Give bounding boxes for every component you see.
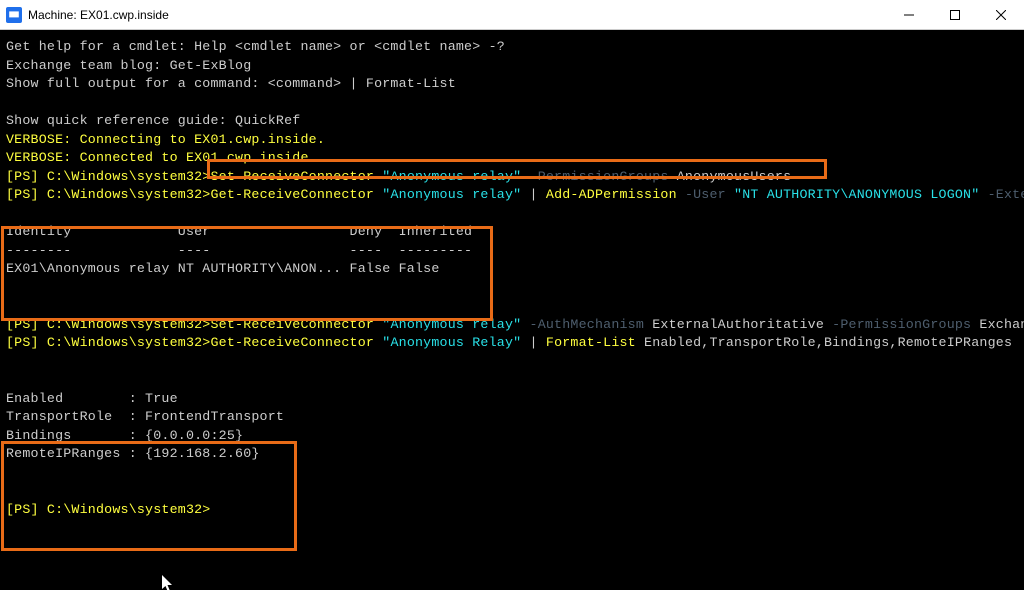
cmd-flag: -User xyxy=(677,187,726,202)
help-line: Show full output for a command: <command… xyxy=(6,76,456,91)
help-line: Get help for a cmdlet: Help <cmdlet name… xyxy=(6,39,505,54)
prompt: [PS] C:\Windows\system32> xyxy=(6,335,211,350)
cmd-string: "NT AUTHORITY\ANONYMOUS LOGON" xyxy=(726,187,980,202)
cmd-token: Format-List xyxy=(546,335,636,350)
prompt: [PS] C:\Windows\system32> xyxy=(6,169,211,184)
cmd-value: ExternalAuthoritative xyxy=(644,317,824,332)
close-button[interactable] xyxy=(978,0,1024,30)
output-line: Enabled : True xyxy=(6,391,178,406)
cmd-token: Get-ReceiveConnector xyxy=(211,187,383,202)
cmd-flag: -AuthMechanism xyxy=(521,317,644,332)
help-line: Show quick reference guide: QuickRef xyxy=(6,113,300,128)
window-title: Machine: EX01.cwp.inside xyxy=(28,8,886,22)
cmd-token: Set-ReceiveConnector xyxy=(211,169,383,184)
app-icon xyxy=(6,7,22,23)
table-header: Identity User Deny Inherited xyxy=(6,224,472,239)
prompt: [PS] C:\Windows\system32> xyxy=(6,187,211,202)
cmd-value: AnonymousUsers xyxy=(669,169,792,184)
terminal-area[interactable]: Get help for a cmdlet: Help <cmdlet name… xyxy=(0,30,1024,590)
help-line: Exchange team blog: Get-ExBlog xyxy=(6,58,251,73)
cmd-string: "Anonymous relay" xyxy=(382,187,521,202)
window-controls xyxy=(886,0,1024,30)
cmd-string: "Anonymous relay" xyxy=(382,317,521,332)
verbose-line: VERBOSE: Connected to EX01.cwp.inside. xyxy=(6,150,317,165)
verbose-line: VERBOSE: Connecting to EX01.cwp.inside. xyxy=(6,132,325,147)
minimize-button[interactable] xyxy=(886,0,932,30)
output-line: RemoteIPRanges : {192.168.2.60} xyxy=(6,446,260,461)
prompt: [PS] C:\Windows\system32> xyxy=(6,502,211,517)
cmd-args: Enabled,TransportRole,Bindings,RemoteIPR… xyxy=(636,335,1012,350)
pipe-char: | xyxy=(521,187,546,202)
pipe-char: | xyxy=(521,335,546,350)
cmd-string: "Anonymous relay" xyxy=(382,169,521,184)
cmd-flag: -ExtendedRights xyxy=(979,187,1024,202)
cmd-token: Get-ReceiveConnector xyxy=(211,335,383,350)
cmd-string: "Anonymous Relay" xyxy=(382,335,521,350)
cursor-icon xyxy=(145,556,175,599)
cmd-flag: -PermissionGroups xyxy=(824,317,971,332)
cmd-token: Set-ReceiveConnector xyxy=(211,317,383,332)
cmd-value: ExchangeServers xyxy=(971,317,1024,332)
maximize-button[interactable] xyxy=(932,0,978,30)
cmd-flag: -PermissionGroups xyxy=(521,169,668,184)
prompt: [PS] C:\Windows\system32> xyxy=(6,317,211,332)
table-row: EX01\Anonymous relay NT AUTHORITY\ANON..… xyxy=(6,261,440,276)
output-line: TransportRole : FrontendTransport xyxy=(6,409,284,424)
titlebar: Machine: EX01.cwp.inside xyxy=(0,0,1024,30)
table-dashes: -------- ---- ---- --------- xyxy=(6,243,472,258)
cmd-token: Add-ADPermission xyxy=(546,187,677,202)
output-line: Bindings : {0.0.0.0:25} xyxy=(6,428,243,443)
